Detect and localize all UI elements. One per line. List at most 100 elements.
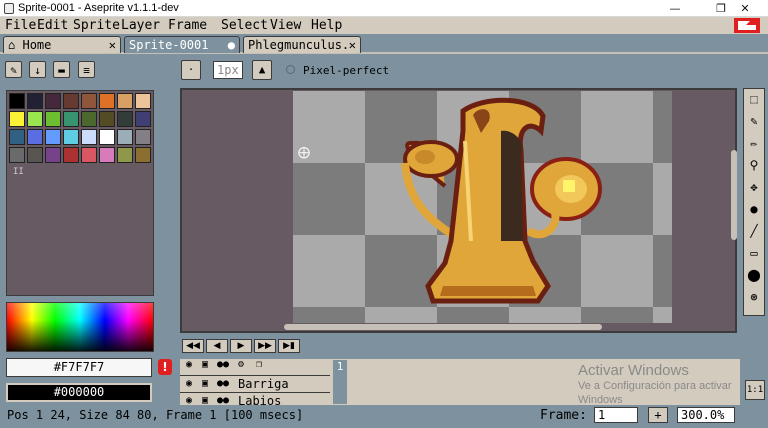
eyedropper-tool-icon[interactable]: ✏ [745,133,763,153]
fill-tool-icon[interactable]: ● [745,199,763,219]
menu-bar: File Edit Sprite Layer Frame Select View… [0,17,768,34]
palette-swatch[interactable] [27,147,43,163]
palette-swatch[interactable] [117,147,133,163]
list-menu-icon[interactable]: ≡ [78,61,95,78]
zoom-tool-icon[interactable]: ⚲ [745,155,763,175]
palette-swatch[interactable] [135,111,151,127]
palette-swatch[interactable] [9,147,25,163]
palette-swatch[interactable] [45,93,61,109]
layer-onion-icon[interactable]: ●● [216,376,230,392]
palette-swatch[interactable] [117,111,133,127]
warning-icon[interactable]: ! [158,359,172,375]
palette-swatch[interactable] [81,111,97,127]
menu-frame[interactable]: Frame [168,17,207,34]
app-icon [4,3,14,14]
layer-row-labios[interactable]: ◉ ▣ ●● Labios [180,392,330,405]
palette-swatch[interactable] [9,93,25,109]
pencil-mini-icon[interactable]: ✎ [5,61,22,78]
palette-swatch[interactable] [27,129,43,145]
lock-header-icon[interactable]: ▣ [198,359,212,370]
palette-swatch[interactable] [27,93,43,109]
play-button[interactable]: ▶ [230,339,252,353]
line-tool-icon[interactable]: ╱ [745,221,763,241]
layer-row-barriga[interactable]: ◉ ▣ ●● Barriga [180,375,330,392]
palette-swatch[interactable] [135,129,151,145]
palette-swatch[interactable] [117,93,133,109]
blur-tool-icon[interactable]: ⬤ [745,265,763,285]
palette-swatch[interactable] [63,147,79,163]
tab-phlegmunculus-close-icon[interactable]: ✕ [349,37,356,53]
ink-type-icon[interactable]: ▲ [252,60,272,80]
color-spectrum[interactable] [6,302,154,352]
onion-skin-header-icon[interactable]: ●● [216,359,230,370]
tab-home-close-icon[interactable]: ✕ [109,37,116,53]
menu-edit[interactable]: Edit [37,17,68,34]
palette-swatch[interactable] [135,147,151,163]
tab-phlegmunculus[interactable]: Phlegmunculus. ✕ [243,36,361,53]
pencil-tool-icon[interactable]: ✎ [745,111,763,131]
palette-swatch[interactable] [99,93,115,109]
layer-lock-icon[interactable]: ▣ [198,376,212,392]
spray-tool-icon[interactable]: ⊛ [745,287,763,307]
first-frame-button[interactable]: ◀◀ [182,339,204,353]
layer-visible-icon[interactable]: ◉ [182,376,196,392]
foreground-color-button[interactable]: #F7F7F7 [6,358,152,377]
prev-frame-button[interactable]: ◀ [206,339,228,353]
marquee-tool-icon[interactable]: ⬚ [745,89,763,109]
palette-swatch[interactable] [99,147,115,163]
tab-sprite-0001[interactable]: Sprite-0001 ● [124,36,240,53]
menu-file[interactable]: File [5,17,36,34]
ratio-button[interactable]: 1:1 [745,380,765,400]
folder-icon[interactable]: ▬ [53,61,70,78]
menu-help[interactable]: Help [311,17,342,34]
tab-home[interactable]: ⌂ Home ✕ [3,36,121,53]
next-frame-button[interactable]: ▶▶ [254,339,276,353]
minimize-button[interactable]: — [652,0,698,17]
menu-select[interactable]: Select [221,17,268,34]
menu-layer[interactable]: Layer [121,17,160,34]
palette-swatch[interactable] [45,147,61,163]
menu-view[interactable]: View [270,17,301,34]
palette-swatch[interactable] [81,93,97,109]
vertical-scrollbar[interactable] [731,150,737,240]
horizontal-scrollbar[interactable] [284,324,602,330]
rectangle-tool-icon[interactable]: ▭ [745,243,763,263]
frame-1-column[interactable]: 1 [333,360,347,404]
pixel-perfect-checkbox[interactable] [286,65,295,74]
palette-swatch[interactable] [99,129,115,145]
menu-sprite[interactable]: Sprite [73,17,120,34]
background-color-button[interactable]: #000000 [6,383,152,402]
palette-swatch[interactable] [117,129,133,145]
link-cels-icon[interactable]: ❐ [252,359,266,370]
zoom-field[interactable]: 300.0% [677,407,735,423]
layer-name: Barriga [238,377,289,391]
palette-swatch[interactable] [99,111,115,127]
palette-swatch[interactable] [9,111,25,127]
brush-type-button[interactable]: · [181,60,201,80]
add-frame-button[interactable]: + [648,407,668,423]
palette-swatch[interactable] [135,93,151,109]
layer-visible-icon[interactable]: ◉ [182,393,196,405]
sprite-canvas[interactable]: ⨁ [293,91,672,323]
palette-swatch[interactable] [81,129,97,145]
palette-swatch[interactable] [63,129,79,145]
sprite-editor[interactable]: ⨁ [180,88,737,333]
layer-lock-icon[interactable]: ▣ [198,393,212,405]
last-frame-button[interactable]: ▶▮ [278,339,300,353]
download-icon[interactable]: ↓ [29,61,46,78]
palette-swatch[interactable] [27,111,43,127]
palette-swatch[interactable] [9,129,25,145]
eye-header-icon[interactable]: ◉ [182,359,196,370]
brush-size-field[interactable]: 1px [213,61,243,79]
layer-onion-icon[interactable]: ●● [216,393,230,405]
palette-swatch[interactable] [63,93,79,109]
close-window-button[interactable]: ✕ [722,0,768,17]
tab-sprite-modified-icon[interactable]: ● [228,37,235,53]
palette-swatch[interactable] [45,111,61,127]
palette-swatch[interactable] [63,111,79,127]
palette-swatch[interactable] [45,129,61,145]
gear-icon[interactable]: ⚙ [234,359,248,370]
palette-swatch[interactable] [81,147,97,163]
frame-input[interactable]: 1 [594,407,638,423]
move-tool-icon[interactable]: ✥ [745,177,763,197]
